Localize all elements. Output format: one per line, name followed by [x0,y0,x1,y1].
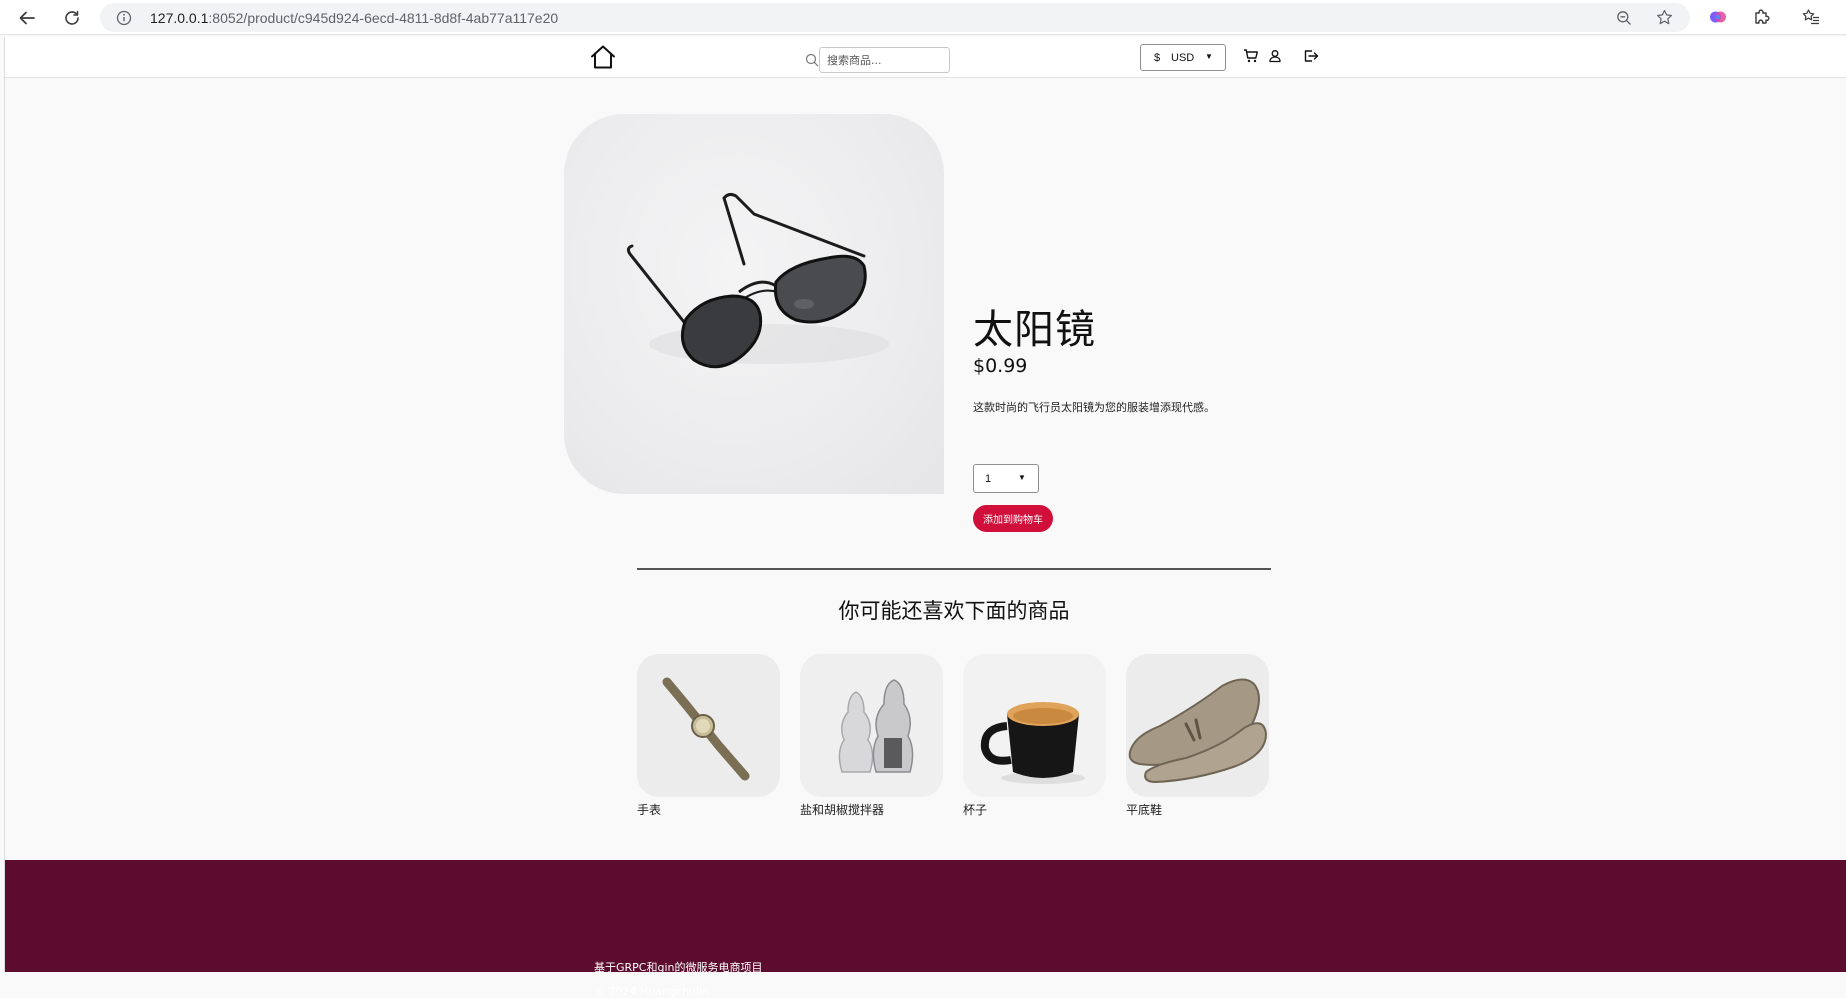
salt-pepper-shaker-image[interactable] [800,654,943,797]
reload-icon [65,10,79,25]
user-icon[interactable] [1267,48,1283,64]
product-name: 太阳镜 [973,307,1096,353]
section-divider [637,568,1271,570]
logout-icon[interactable] [1303,48,1319,64]
add-to-cart-button[interactable]: 添加到购物车 [973,505,1053,532]
star-icon[interactable] [1656,9,1673,26]
quantity-select[interactable]: 1 ▼ [973,464,1039,493]
search-input[interactable] [819,47,950,73]
loafers-image[interactable] [1126,654,1269,797]
footer-copyright: © 2024 Huangchulin [594,985,710,998]
recommendation-label[interactable]: 盐和胡椒搅拌器 [800,801,884,818]
chevron-down-icon: ▼ [1018,473,1026,482]
back-button[interactable] [13,4,41,32]
reload-button[interactable] [58,4,86,32]
mug-image[interactable] [963,654,1106,797]
product-description: 这款时尚的飞行员太阳镜为您的服装增添现代感。 [973,401,1215,414]
favorites-icon[interactable] [1802,8,1820,26]
sunglasses-image [626,192,889,369]
site-header: $ USD ▼ [5,37,1846,78]
footer-project-text: 基于GRPC和gin的微服务电商项目 [594,961,763,974]
currency-code: USD [1171,52,1195,64]
cart-icon[interactable] [1243,48,1259,64]
address-bar[interactable]: 127.0.0.1:8052/product/c945d924-6ecd-481… [100,3,1690,32]
chevron-down-icon: ▼ [1205,52,1213,61]
extension-logo-icon[interactable] [1709,8,1727,26]
url-path: :8052/product/c945d924-6ecd-4811-8d8f-4a… [208,10,559,26]
back-icon [19,11,35,25]
puzzle-icon[interactable] [1753,8,1771,26]
recommendation-label[interactable]: 手表 [637,801,661,818]
quantity-value: 1 [985,473,992,485]
info-icon[interactable] [116,10,132,26]
url-text[interactable]: 127.0.0.1:8052/product/c945d924-6ecd-481… [150,10,558,26]
browser-toolbar: 127.0.0.1:8052/product/c945d924-6ecd-481… [0,0,1846,35]
home-link[interactable] [589,44,617,70]
search-icon [805,53,819,67]
watch-image[interactable] [637,654,780,797]
recommendations-heading: 你可能还喜欢下面的商品 [838,599,1070,623]
recommendation-label[interactable]: 平底鞋 [1126,801,1162,818]
currency-symbol: $ [1154,52,1161,64]
recommendation-label[interactable]: 杯子 [963,801,987,818]
home-icon [591,45,615,69]
page-window: $ USD ▼ [4,37,1846,998]
zoom-out-icon[interactable] [1616,10,1632,26]
currency-select[interactable]: $ USD ▼ [1140,44,1226,71]
product-price: $0.99 [973,355,1028,377]
product-image [564,114,944,494]
url-host: 127.0.0.1 [150,10,209,26]
site-footer: 基于GRPC和gin的微服务电商项目 © 2024 Huangchulin [5,860,1846,998]
